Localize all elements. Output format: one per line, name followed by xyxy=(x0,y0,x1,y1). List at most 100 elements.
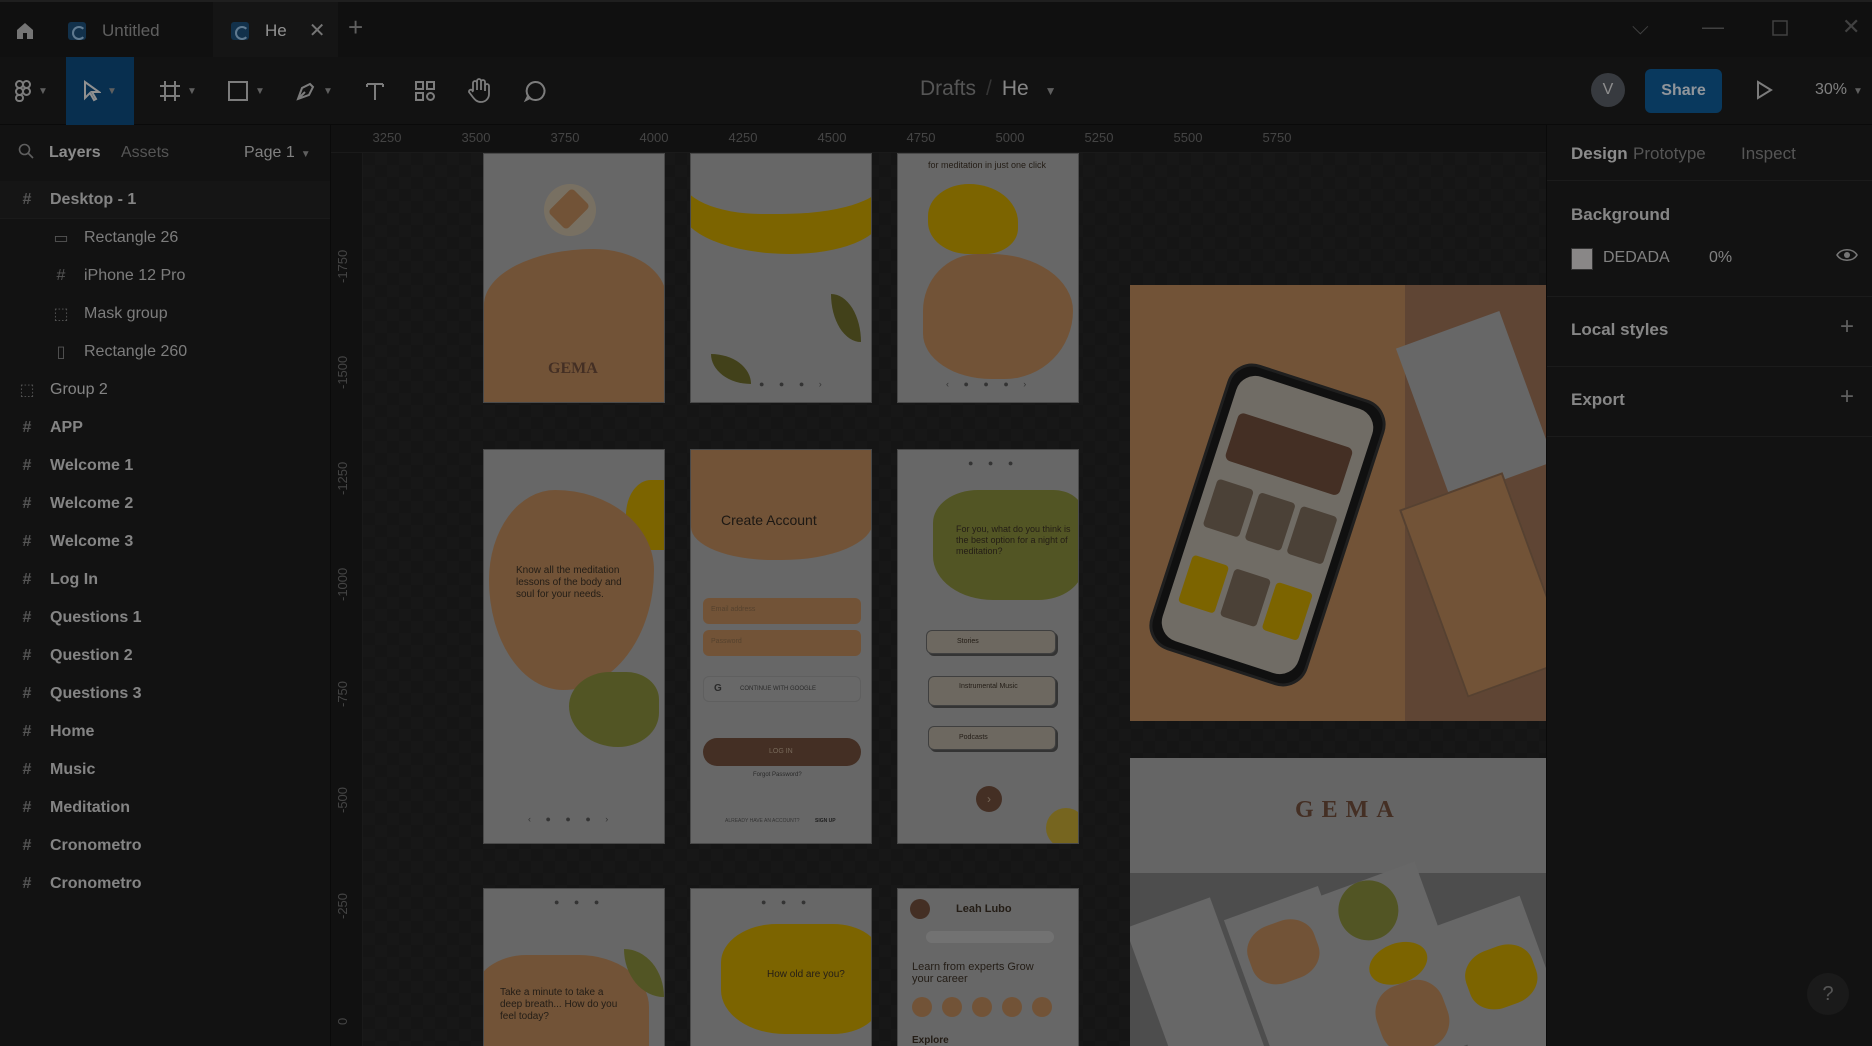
breadcrumb-separator: / xyxy=(986,77,992,100)
age-question: How old are you? xyxy=(767,969,845,980)
export-section: Export + xyxy=(1547,367,1872,437)
search-icon[interactable] xyxy=(18,143,34,164)
vertical-ruler: -1750 -1500 -1250 -1000 -750 -500 -250 0 xyxy=(331,153,363,1046)
hand-tool-button[interactable] xyxy=(456,57,502,125)
frame-icon: # xyxy=(22,191,32,208)
move-tool-button[interactable]: ▼ xyxy=(66,57,134,125)
add-export-icon[interactable]: + xyxy=(1840,383,1854,411)
tab-assets[interactable]: Assets xyxy=(121,144,169,162)
layer-row[interactable]: ▯ Rectangle 260 xyxy=(0,333,330,371)
ruler-tick: 5250 xyxy=(1084,130,1114,145)
frame-icon: # xyxy=(22,495,32,512)
share-button[interactable]: Share xyxy=(1645,69,1722,113)
frame-tool-button[interactable]: ▼ xyxy=(148,57,208,125)
phone-mockup-frame[interactable] xyxy=(1130,285,1546,721)
layer-row[interactable]: # Music xyxy=(0,751,330,789)
local-styles-section: Local styles + xyxy=(1547,297,1872,367)
text-tool-button[interactable] xyxy=(352,57,398,125)
new-tab-button[interactable]: + xyxy=(348,12,363,43)
brand-board-frame[interactable]: GEMA xyxy=(1130,758,1546,1046)
already-account-text: ALREADY HAVE AN ACCOUNT? xyxy=(725,818,800,824)
background-hex[interactable]: DEDADA xyxy=(1603,249,1670,267)
main-menu-button[interactable]: ▼ xyxy=(0,57,62,125)
export-title: Export xyxy=(1571,390,1625,409)
maximize-button[interactable] xyxy=(1772,16,1788,42)
background-swatch[interactable] xyxy=(1571,248,1593,270)
minimize-button[interactable]: — xyxy=(1702,14,1724,40)
chevron-down-icon[interactable]: ▼ xyxy=(1045,84,1057,98)
present-button[interactable] xyxy=(1755,80,1773,105)
tab-prototype[interactable]: Prototype xyxy=(1633,144,1706,164)
background-opacity[interactable]: 0% xyxy=(1709,249,1732,267)
layer-row[interactable]: # iPhone 12 Pro xyxy=(0,257,330,295)
home-button[interactable] xyxy=(0,2,50,59)
layer-label: Welcome 1 xyxy=(50,457,134,474)
tab-he[interactable]: He ✕ xyxy=(213,2,338,59)
page-dropdown[interactable]: Page 1 ▼ xyxy=(244,144,311,162)
layer-row[interactable]: # Welcome 1 xyxy=(0,447,330,485)
rectangle-icon: ▭ xyxy=(53,230,69,247)
layer-row[interactable]: # Questions 1 xyxy=(0,599,330,637)
design-canvas[interactable]: GEMA ● ● ● › for meditation in just one … xyxy=(363,153,1546,1046)
add-style-icon[interactable]: + xyxy=(1840,313,1854,341)
eye-icon[interactable] xyxy=(1836,247,1858,268)
layer-row[interactable]: ⬚ Mask group xyxy=(0,295,330,333)
home-explore-text: Explore xyxy=(912,1035,949,1046)
layer-row[interactable]: # Welcome 2 xyxy=(0,485,330,523)
frame-icon: # xyxy=(22,875,32,892)
breadcrumb-folder[interactable]: Drafts xyxy=(920,77,976,100)
intro-screen[interactable]: Know all the meditation lessons of the b… xyxy=(483,449,665,844)
pen-tool-button[interactable]: ▼ xyxy=(284,57,344,125)
home-screen[interactable]: Leah Lubo Learn from experts Grow your c… xyxy=(897,888,1079,1046)
layer-row[interactable]: # Welcome 3 xyxy=(0,523,330,561)
layer-label: Questions 1 xyxy=(50,609,142,626)
layer-label: Rectangle 26 xyxy=(84,229,179,246)
zoom-dropdown[interactable]: 30% ▼ xyxy=(1815,81,1863,99)
layer-label: Mask group xyxy=(84,305,168,322)
layer-row[interactable]: # Question 2 xyxy=(0,637,330,675)
frame-icon: # xyxy=(22,685,32,702)
layer-row[interactable]: ⬚ Group 2 xyxy=(0,371,330,409)
layer-row[interactable]: # Log In xyxy=(0,561,330,599)
tab-inspect[interactable]: Inspect xyxy=(1741,144,1796,164)
chevron-down-icon[interactable]: ⌵ xyxy=(1632,14,1649,40)
layer-row[interactable]: # Home xyxy=(0,713,330,751)
window-close-button[interactable]: ✕ xyxy=(1842,14,1860,40)
layer-row[interactable]: # Cronometro xyxy=(0,865,330,903)
frame-icon: # xyxy=(22,761,32,778)
intro-text: Know all the meditation lessons of the b… xyxy=(516,565,622,600)
ruler-tick: 4250 xyxy=(728,130,758,145)
tab-untitled[interactable]: Untitled xyxy=(50,2,213,59)
create-account-screen[interactable]: Create Account Email address Password G … xyxy=(690,449,872,844)
comment-tool-button[interactable] xyxy=(512,57,558,125)
layer-row[interactable]: # Cronometro xyxy=(0,827,330,865)
horizontal-ruler: 3250 3500 3750 4000 4250 4500 4750 5000 5250 5500… xyxy=(331,125,1546,153)
frame-icon: # xyxy=(22,837,32,854)
avatar[interactable]: V xyxy=(1591,73,1625,107)
resources-button[interactable] xyxy=(402,57,448,125)
question-screen[interactable]: ● ● ● For you, what do you think is the … xyxy=(897,449,1079,844)
layer-row[interactable]: ▭ Rectangle 26 xyxy=(0,219,330,257)
breadcrumb-file[interactable]: He xyxy=(1002,77,1029,100)
shape-tool-button[interactable]: ▼ xyxy=(216,57,276,125)
tab-design[interactable]: Design xyxy=(1571,144,1628,164)
zoom-value: 30% xyxy=(1815,81,1848,98)
welcome-screen-2[interactable]: ● ● ● › xyxy=(690,153,872,403)
mood-screen[interactable]: ● ● ● Take a minute to take a deep breat… xyxy=(483,888,665,1046)
right-panel-tabs: Design Prototype Inspect xyxy=(1547,125,1872,181)
age-screen[interactable]: ● ● ● How old are you? xyxy=(690,888,872,1046)
layer-label: Welcome 3 xyxy=(50,533,134,550)
welcome-screen-1[interactable]: GEMA xyxy=(483,153,665,403)
layer-row[interactable]: # Meditation xyxy=(0,789,330,827)
layer-label: Cronometro xyxy=(50,837,142,854)
layer-row[interactable]: # Questions 3 xyxy=(0,675,330,713)
frame-icon: # xyxy=(56,267,66,284)
tab-layers[interactable]: Layers xyxy=(49,144,101,162)
help-button[interactable]: ? xyxy=(1807,973,1849,1015)
close-tab-icon[interactable]: ✕ xyxy=(309,18,326,43)
layer-row[interactable]: # Desktop - 1 xyxy=(0,181,330,219)
welcome-screen-3[interactable]: for meditation in just one click ‹ ● ● ●… xyxy=(897,153,1079,403)
layer-row[interactable]: # APP xyxy=(0,409,330,447)
ruler-tick: 5000 xyxy=(995,130,1025,145)
group-icon: ⬚ xyxy=(19,382,35,399)
